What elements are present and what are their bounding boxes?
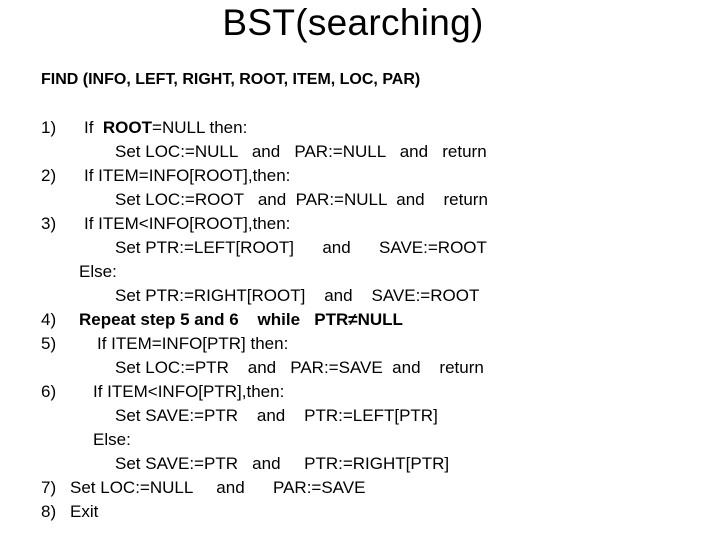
step-7-body: Set LOC:=NULL and PAR:=SAVE bbox=[70, 478, 366, 497]
step-7-number: 7) bbox=[41, 478, 57, 497]
step-6-body: Set SAVE:=PTR and PTR:=LEFT[PTR] bbox=[115, 406, 438, 425]
step-1-rest: =NULL then: bbox=[152, 118, 248, 137]
step-1-if: If bbox=[84, 118, 103, 137]
step-6-else-body: Set SAVE:=PTR and PTR:=RIGHT[PTR] bbox=[115, 454, 450, 473]
step-2-condition: If ITEM=INFO[ROOT],then: bbox=[84, 166, 291, 185]
step-6-number: 6) bbox=[41, 382, 57, 401]
step-3-body: Set PTR:=LEFT[ROOT] and SAVE:=ROOT bbox=[115, 238, 487, 257]
step-3-condition: If ITEM<INFO[ROOT],then: bbox=[84, 214, 291, 233]
step-3-else-body: Set PTR:=RIGHT[ROOT] and SAVE:=ROOT bbox=[115, 286, 480, 305]
step-1-number: 1) bbox=[41, 118, 57, 137]
step-2-number: 2) bbox=[41, 166, 57, 185]
step-2-body: Set LOC:=ROOT and PAR:=NULL and return bbox=[115, 190, 488, 209]
step-6-else: Else: bbox=[93, 430, 131, 449]
step-6-condition: If ITEM<INFO[PTR],then: bbox=[93, 382, 285, 401]
step-4-loop: Repeat step 5 and 6 while PTR≠NULL bbox=[79, 310, 403, 329]
procedure-signature: FIND (INFO, LEFT, RIGHT, ROOT, ITEM, LOC… bbox=[41, 71, 421, 88]
step-1-condition: If ROOT=NULL then: bbox=[84, 118, 247, 138]
step-4-number: 4) bbox=[41, 310, 57, 329]
step-3-else: Else: bbox=[79, 262, 117, 281]
step-1-root: ROOT bbox=[102, 118, 153, 137]
step-3-number: 3) bbox=[41, 214, 57, 233]
step-5-number: 5) bbox=[41, 334, 57, 353]
step-8-body: Exit bbox=[70, 502, 99, 521]
step-1-body: Set LOC:=NULL and PAR:=NULL and return bbox=[115, 142, 487, 161]
step-5-body: Set LOC:=PTR and PAR:=SAVE and return bbox=[115, 358, 484, 377]
slide-title: BST(searching) bbox=[222, 2, 484, 43]
step-8-number: 8) bbox=[41, 502, 57, 521]
step-5-condition: If ITEM=INFO[PTR] then: bbox=[97, 334, 289, 353]
